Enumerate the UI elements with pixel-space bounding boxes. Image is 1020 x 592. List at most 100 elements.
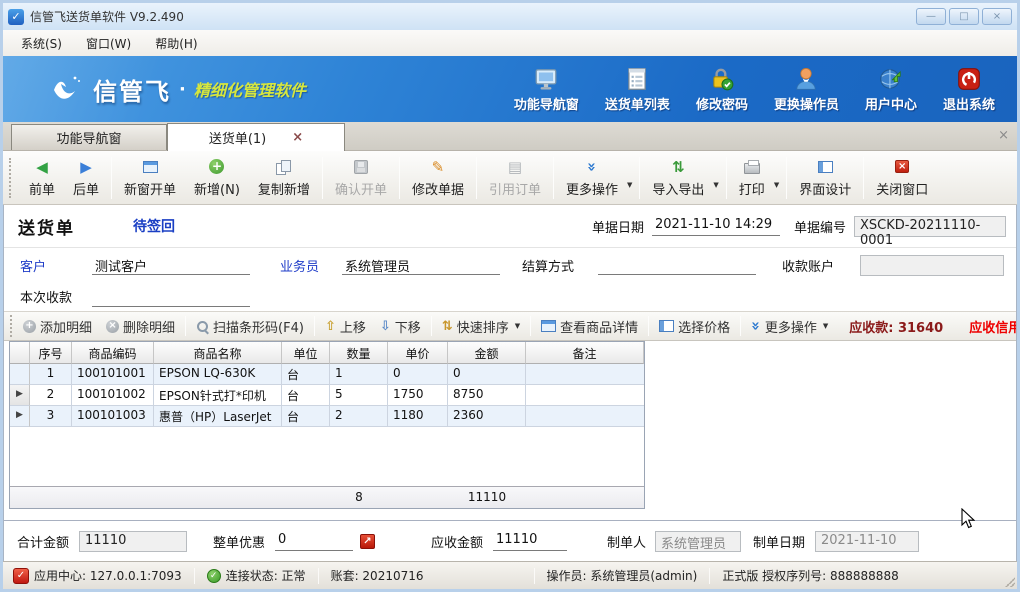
next-doc-button[interactable]: ▶ 后单 — [64, 155, 108, 201]
nav-exit-system[interactable]: 退出系统 — [943, 66, 995, 113]
maximize-button[interactable]: □ — [949, 8, 979, 25]
more-actions-icon: » — [747, 321, 765, 331]
ui-design-button[interactable]: 界面设计 — [790, 155, 860, 201]
col-header-name[interactable]: 商品名称 — [154, 342, 282, 364]
salesman-label: 业务员 — [280, 256, 342, 275]
toolbar-separator — [740, 316, 741, 336]
col-header-price[interactable]: 单价 — [388, 342, 448, 364]
customer-field[interactable]: 测试客户 — [92, 255, 250, 275]
list-icon — [624, 66, 650, 92]
move-down-icon: ⇩ — [380, 319, 391, 334]
status-connection: ✓ 连接状态: 正常 — [207, 567, 306, 584]
salesman-field[interactable]: 系统管理员 — [342, 255, 500, 275]
col-header-no[interactable]: 序号 — [30, 342, 72, 364]
edit-doc-button[interactable]: ✎ 修改单据 — [403, 155, 473, 201]
receivable-amount-label: 应收金额 — [431, 532, 493, 551]
menu-help[interactable]: 帮助(H) — [145, 32, 207, 55]
connection-ok-icon: ✓ — [207, 569, 221, 583]
globe-icon — [878, 66, 904, 92]
new-window-order-button[interactable]: 新窗开单 — [115, 155, 185, 201]
row-selector[interactable] — [10, 364, 30, 385]
row-selector[interactable]: ▶ — [10, 406, 30, 427]
print-button[interactable]: 打印 — [730, 155, 774, 201]
dropdown-arrow-icon: ▼ — [823, 322, 828, 330]
table-row[interactable]: 1 100101001 EPSON LQ-630K 台 1 0 0 — [10, 364, 644, 385]
product-detail-icon — [541, 320, 556, 332]
toolbar-separator — [863, 157, 864, 199]
discount-label: 整单优惠 — [213, 532, 275, 551]
close-window-button[interactable]: × 关闭窗口 — [867, 155, 937, 201]
tab-close-icon[interactable]: × — [292, 130, 303, 145]
copy-icon — [276, 160, 291, 174]
table-row[interactable]: ▶ 3 100101003 惠普（HP）LaserJet 台 2 1180 23… — [10, 406, 644, 427]
payment-field[interactable] — [92, 287, 250, 307]
menu-window[interactable]: 窗口(W) — [76, 32, 141, 55]
tab-label: 功能导航窗 — [56, 128, 121, 147]
delete-row-button[interactable]: × 删除明细 — [99, 314, 182, 338]
grid-zone: 序号 商品编码 商品名称 单位 数量 单价 金额 备注 1 100101001 … — [4, 341, 1016, 520]
doc-number-label: 单据编号 — [794, 217, 846, 236]
barcode-scan-button[interactable]: 扫描条形码(F4) — [189, 314, 311, 338]
row-selector[interactable]: ▶ — [10, 385, 30, 406]
dropdown-arrow-icon[interactable]: ▼ — [774, 167, 779, 189]
dropdown-arrow-icon[interactable]: ▼ — [713, 167, 718, 189]
doc-date-field[interactable]: 2021-11-10 14:29 — [652, 216, 780, 236]
tab-function-navigator[interactable]: 功能导航窗 — [11, 124, 167, 150]
account-field — [860, 255, 1004, 276]
menu-system[interactable]: 系统(S) — [11, 32, 72, 55]
prev-doc-button[interactable]: ◀ 前单 — [20, 155, 64, 201]
select-price-button[interactable]: 选择价格 — [652, 314, 737, 338]
nav-label: 用户中心 — [865, 94, 917, 113]
content-area: 送货单 待签回 单据日期 2021-11-10 14:29 单据编号 XSCKD… — [3, 205, 1017, 561]
toolbar-separator — [185, 316, 186, 336]
nav-label: 修改密码 — [696, 94, 748, 113]
toolbar-separator — [648, 316, 649, 336]
add-new-button[interactable]: + 新增(N) — [185, 155, 249, 201]
close-button[interactable]: × — [982, 8, 1012, 25]
titlebar: ✓ 信管飞送货单软件 V9.2.490 — □ × — [3, 3, 1017, 30]
select-price-icon — [659, 320, 674, 332]
nav-switch-operator[interactable]: 更换操作员 — [774, 66, 839, 113]
resize-grip[interactable] — [1005, 577, 1015, 587]
product-detail-button[interactable]: 查看商品详情 — [534, 314, 645, 338]
add-row-button[interactable]: + 添加明细 — [16, 314, 99, 338]
minimize-button[interactable]: — — [916, 8, 946, 25]
move-down-button[interactable]: ⇩ 下移 — [373, 314, 428, 338]
col-header-note[interactable]: 备注 — [526, 342, 644, 364]
status-account-set: 账套: 20210716 — [331, 567, 424, 584]
import-export-button[interactable]: ⇅ 导入导出 — [643, 155, 713, 201]
table-row[interactable]: ▶ 2 100101002 EPSON针式打*印机 台 5 1750 8750 — [10, 385, 644, 406]
discount-edit-button[interactable]: ↗ — [360, 534, 375, 549]
col-header-qty[interactable]: 数量 — [330, 342, 388, 364]
detail-toolbar: + 添加明细 × 删除明细 扫描条形码(F4) ⇧ 上移 ⇩ 下移 — [4, 311, 1016, 341]
new-window-icon — [143, 161, 158, 173]
col-header-amount[interactable]: 金额 — [448, 342, 526, 364]
more-actions-button[interactable]: » 更多操作 — [557, 155, 627, 201]
nav-delivery-list[interactable]: 送货单列表 — [605, 66, 670, 113]
doc-title: 送货单 — [18, 214, 75, 239]
status-separator — [318, 568, 319, 584]
close-window-icon: × — [895, 160, 909, 173]
col-header-code[interactable]: 商品编码 — [72, 342, 154, 364]
nav-function-navigator[interactable]: 功能导航窗 — [514, 66, 579, 113]
brand-header: 信管飞 · 精细化管理软件 功能导航窗 — [3, 56, 1017, 122]
receivable-amount-field[interactable]: 11110 — [493, 531, 567, 551]
settlement-field[interactable] — [598, 255, 756, 275]
copy-new-button[interactable]: 复制新增 — [249, 155, 319, 201]
power-icon — [956, 66, 982, 92]
tab-delivery-note[interactable]: 送货单(1) × — [167, 123, 345, 151]
dropdown-arrow-icon[interactable]: ▼ — [627, 167, 632, 189]
nav-user-center[interactable]: 用户中心 — [865, 66, 917, 113]
quote-order-icon: ▤ — [508, 158, 522, 176]
discount-field[interactable]: 0 — [275, 531, 353, 551]
quick-sort-icon: ⇅ — [442, 319, 453, 334]
payment-label: 本次收款 — [20, 287, 92, 306]
quick-sort-button[interactable]: ⇅ 快速排序 ▼ — [435, 314, 527, 338]
tabbar-close-icon[interactable]: × — [998, 128, 1009, 143]
move-up-button[interactable]: ⇧ 上移 — [318, 314, 373, 338]
detail-more-actions-button[interactable]: » 更多操作 ▼ — [744, 314, 835, 338]
toolbar-separator — [726, 157, 727, 199]
app-center-icon: ✓ — [13, 568, 29, 584]
nav-change-password[interactable]: 修改密码 — [696, 66, 748, 113]
col-header-unit[interactable]: 单位 — [282, 342, 330, 364]
